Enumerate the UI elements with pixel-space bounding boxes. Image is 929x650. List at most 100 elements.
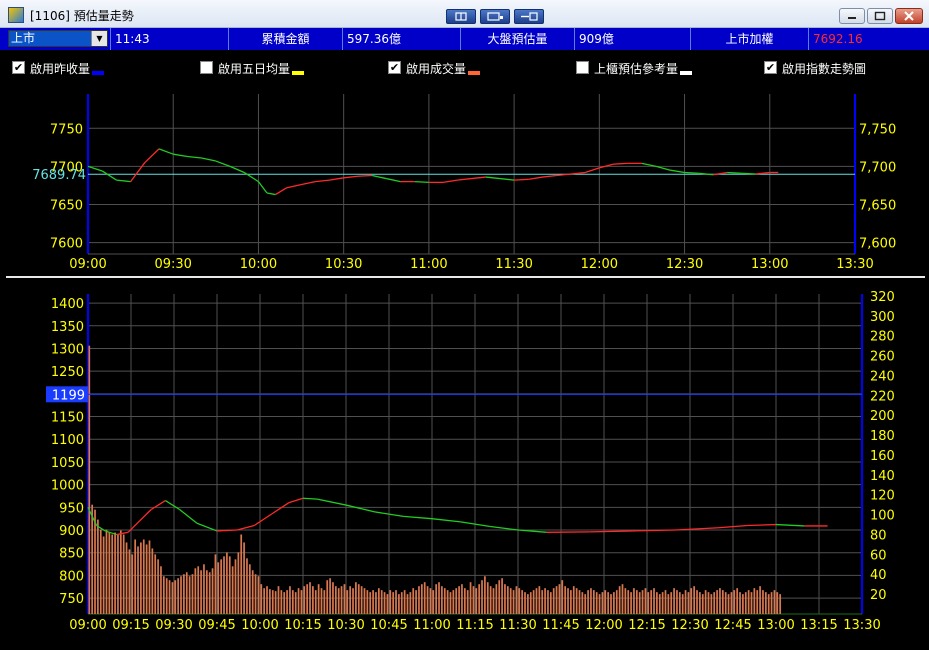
index-line-segment	[315, 179, 330, 183]
volume-bar	[618, 586, 621, 614]
index-line-segment	[101, 170, 117, 181]
volume-bar	[352, 588, 354, 614]
volume-bar	[676, 590, 678, 614]
volume-bar	[380, 590, 383, 614]
maximize-button[interactable]	[867, 8, 893, 24]
option-label: 啟用昨收量	[30, 62, 91, 76]
volume-bar	[733, 590, 736, 614]
index-line-segment	[655, 165, 671, 171]
volume-bar	[97, 519, 99, 614]
volume-bar	[185, 572, 188, 614]
volume-bar	[656, 592, 658, 614]
checkbox-volume[interactable]: ✔	[388, 61, 401, 74]
volume-bar	[498, 580, 501, 614]
volume-bar	[489, 586, 492, 614]
estimate-line-segment	[216, 529, 238, 532]
volume-bar	[441, 586, 443, 614]
volume-bar	[567, 588, 569, 614]
x-tick-label: 09:00	[69, 257, 106, 272]
y-tick-label-left: 950	[59, 501, 84, 516]
y-tick-label-left: 1300	[51, 342, 84, 357]
volume-bar	[217, 562, 220, 614]
volume-bar	[317, 584, 320, 614]
color-swatch	[92, 70, 105, 75]
checkbox-prev-close-volume[interactable]: ✔	[12, 61, 25, 74]
volume-bar	[355, 582, 357, 614]
volume-bar	[323, 590, 326, 614]
y-tick-label-left: 1250	[51, 365, 84, 380]
volume-bar	[117, 534, 119, 614]
volume-bar	[653, 588, 655, 614]
reference-label: 1199	[52, 388, 85, 403]
volume-bar	[759, 586, 761, 614]
index-line-segment	[187, 155, 202, 159]
estimate-line-segment	[302, 497, 318, 500]
volume-bar	[329, 578, 331, 614]
index-line-segment	[266, 192, 276, 196]
volume-bar	[627, 590, 630, 614]
color-swatch	[468, 70, 481, 75]
market-select[interactable]: 上市 ▼	[8, 30, 108, 47]
window-title: [1106] 預估量走勢	[30, 9, 134, 23]
volume-bar	[191, 574, 194, 614]
volume-bar	[601, 592, 604, 614]
volume-bar	[403, 590, 406, 614]
checkbox-index-trend[interactable]: ✔	[764, 61, 777, 74]
index-line-segment	[229, 165, 245, 174]
volume-bar	[753, 588, 756, 614]
x-tick-label: 11:30	[499, 618, 536, 633]
y-tick-label-right: 20	[870, 588, 887, 603]
volume-bar	[223, 556, 225, 614]
x-tick-label: 09:30	[155, 618, 192, 633]
volume-bar	[644, 588, 647, 614]
x-tick-label: 13:00	[757, 618, 794, 633]
y-tick-label-left: 1000	[51, 479, 84, 494]
cum-amount-value: 597.36億	[342, 28, 460, 50]
volume-bar	[532, 590, 535, 614]
volume-bar	[289, 586, 291, 614]
y-tick-label-right: 260	[870, 350, 895, 365]
volume-bar	[432, 590, 435, 614]
estimate-line-segment	[236, 524, 255, 531]
volume-bar	[377, 588, 380, 614]
volume-bar	[271, 590, 274, 614]
volume-bar	[300, 590, 303, 614]
volume-bar	[418, 586, 420, 614]
volume-bar	[188, 576, 191, 614]
volume-bar	[389, 590, 392, 614]
checkbox-otc-reference[interactable]	[576, 61, 589, 74]
minimize-button[interactable]	[839, 8, 865, 24]
volume-bar	[277, 586, 280, 614]
volume-bar	[303, 586, 306, 614]
index-line-segment	[286, 184, 302, 189]
volume-bar	[495, 584, 498, 614]
close-icon	[904, 11, 914, 21]
link-button[interactable]	[514, 9, 544, 24]
volume-bar	[696, 590, 698, 614]
checkbox-five-day-avg[interactable]	[200, 61, 213, 74]
volume-bar	[228, 556, 231, 614]
layout-toggle-button[interactable]	[446, 9, 476, 24]
x-tick-label: 10:45	[370, 618, 407, 633]
index-value: 7692.16	[808, 28, 929, 50]
volume-bar	[633, 588, 635, 614]
volume-bar	[111, 534, 114, 614]
y-tick-label-right: 200	[870, 409, 895, 424]
settings-button[interactable]	[480, 9, 510, 24]
y-tick-label-right: 7,700	[859, 160, 896, 175]
volume-bar	[564, 586, 567, 614]
volume-bar	[742, 594, 744, 614]
volume-bar	[157, 559, 159, 614]
estimate-line-segment	[253, 513, 272, 527]
estimate-line-segment	[403, 515, 433, 520]
time-value: 11:43	[110, 28, 228, 50]
close-button[interactable]	[895, 8, 923, 24]
y-tick-label-left: 1050	[51, 456, 84, 471]
index-line-segment	[300, 180, 316, 186]
index-line-segment	[670, 169, 685, 174]
volume-bar	[148, 540, 151, 614]
chevron-down-icon[interactable]: ▼	[91, 31, 107, 46]
index-line-segment	[329, 177, 344, 181]
app-icon	[8, 7, 24, 23]
volume-bar	[458, 586, 460, 614]
